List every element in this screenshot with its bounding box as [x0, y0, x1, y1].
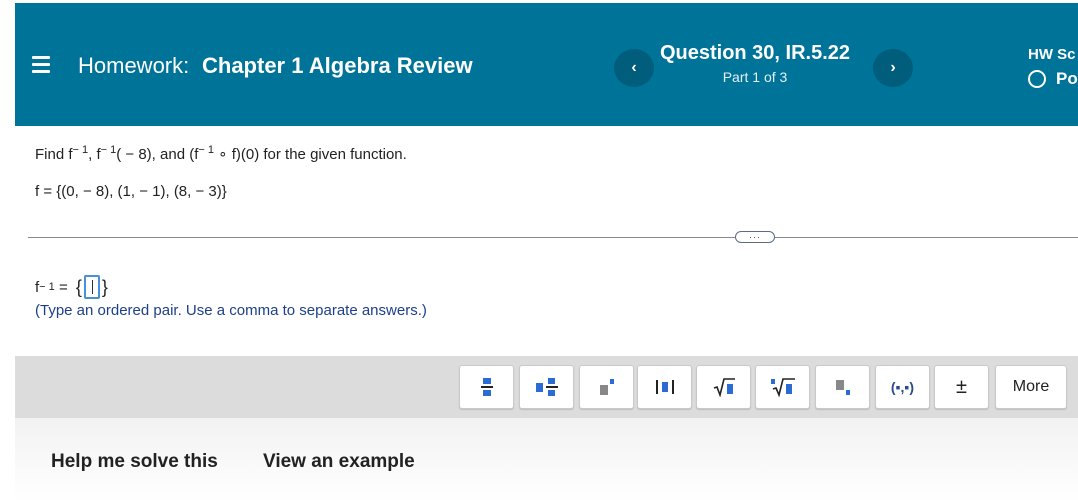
ordered-pair-button[interactable]: (▪,▪) — [875, 365, 930, 409]
nth-root-icon — [770, 378, 795, 397]
progress-circle-icon — [1028, 70, 1046, 88]
plus-minus-button[interactable]: ± — [934, 365, 989, 409]
question-sup-1: − 1 — [72, 144, 89, 156]
expand-button[interactable]: ··· — [735, 231, 775, 243]
absolute-value-button[interactable] — [637, 365, 692, 409]
question-part-1: Find f — [35, 146, 73, 163]
square-root-icon — [713, 378, 735, 397]
question-sup-3: − 1 — [198, 144, 214, 156]
mixed-number-icon — [535, 378, 558, 396]
subscript-icon — [835, 380, 850, 395]
fraction-button[interactable] — [459, 365, 514, 409]
menu-icon[interactable] — [32, 56, 50, 74]
points-indicator: Po — [1028, 69, 1078, 89]
previous-question-button[interactable]: ‹ — [614, 49, 654, 87]
question-sup-2: − 1 — [100, 144, 117, 156]
points-label: Po — [1056, 69, 1078, 88]
fraction-icon — [480, 378, 493, 396]
plus-minus-label: ± — [956, 375, 967, 398]
open-brace: { — [75, 276, 82, 297]
close-brace: } — [101, 276, 108, 297]
view-example-button[interactable]: View an example — [263, 451, 415, 473]
footer-bar: Help me solve this View an example — [15, 418, 1078, 502]
question-title: Question 30, IR.5.22 — [659, 42, 851, 64]
answer-line: f − 1 = { } — [35, 275, 108, 299]
homework-label: Homework: — [78, 53, 190, 78]
help-me-solve-button[interactable]: Help me solve this — [51, 451, 218, 473]
question-part-3: ( − 8), and (f — [116, 146, 199, 163]
hw-score-label: HW Sc — [1028, 46, 1076, 63]
chevron-right-icon: › — [890, 59, 896, 76]
ordered-pair-label: (▪,▪) — [890, 379, 915, 395]
answer-input[interactable] — [83, 275, 100, 299]
nth-root-button[interactable] — [755, 365, 810, 409]
answer-equals: = — [54, 278, 72, 296]
header-bar: Homework: Chapter 1 Algebra Review ‹ Que… — [15, 3, 1078, 126]
exponent-button[interactable] — [579, 365, 634, 409]
function-definition: f = {(0, − 8), (1, − 1), (8, − 3)} — [35, 183, 227, 200]
exponent-icon — [599, 379, 614, 395]
chevron-left-icon: ‹ — [631, 59, 637, 76]
question-part-4: ∘ f)(0) for the given function. — [213, 146, 407, 163]
answer-lhs-sup: − 1 — [39, 281, 55, 293]
question-part-2: , f — [88, 146, 101, 163]
homework-frame: Homework: Chapter 1 Algebra Review ‹ Que… — [15, 3, 1078, 502]
answer-set: { } — [76, 275, 108, 299]
mixed-number-button[interactable] — [519, 365, 574, 409]
square-root-button[interactable] — [696, 365, 751, 409]
section-divider — [28, 237, 1078, 238]
homework-title: Chapter 1 Algebra Review — [202, 53, 473, 78]
next-question-button[interactable]: › — [873, 49, 913, 87]
question-part: Part 1 of 3 — [722, 69, 788, 85]
answer-hint: (Type an ordered pair. Use a comma to se… — [35, 302, 427, 319]
question-text: Find f− 1, f− 1( − 8), and (f− 1 ∘ f)(0)… — [35, 144, 407, 163]
math-toolbar: (▪,▪) ± More — [15, 356, 1078, 418]
more-button[interactable]: More — [995, 365, 1067, 409]
absolute-value-icon — [655, 380, 674, 394]
subscript-button[interactable] — [815, 365, 870, 409]
